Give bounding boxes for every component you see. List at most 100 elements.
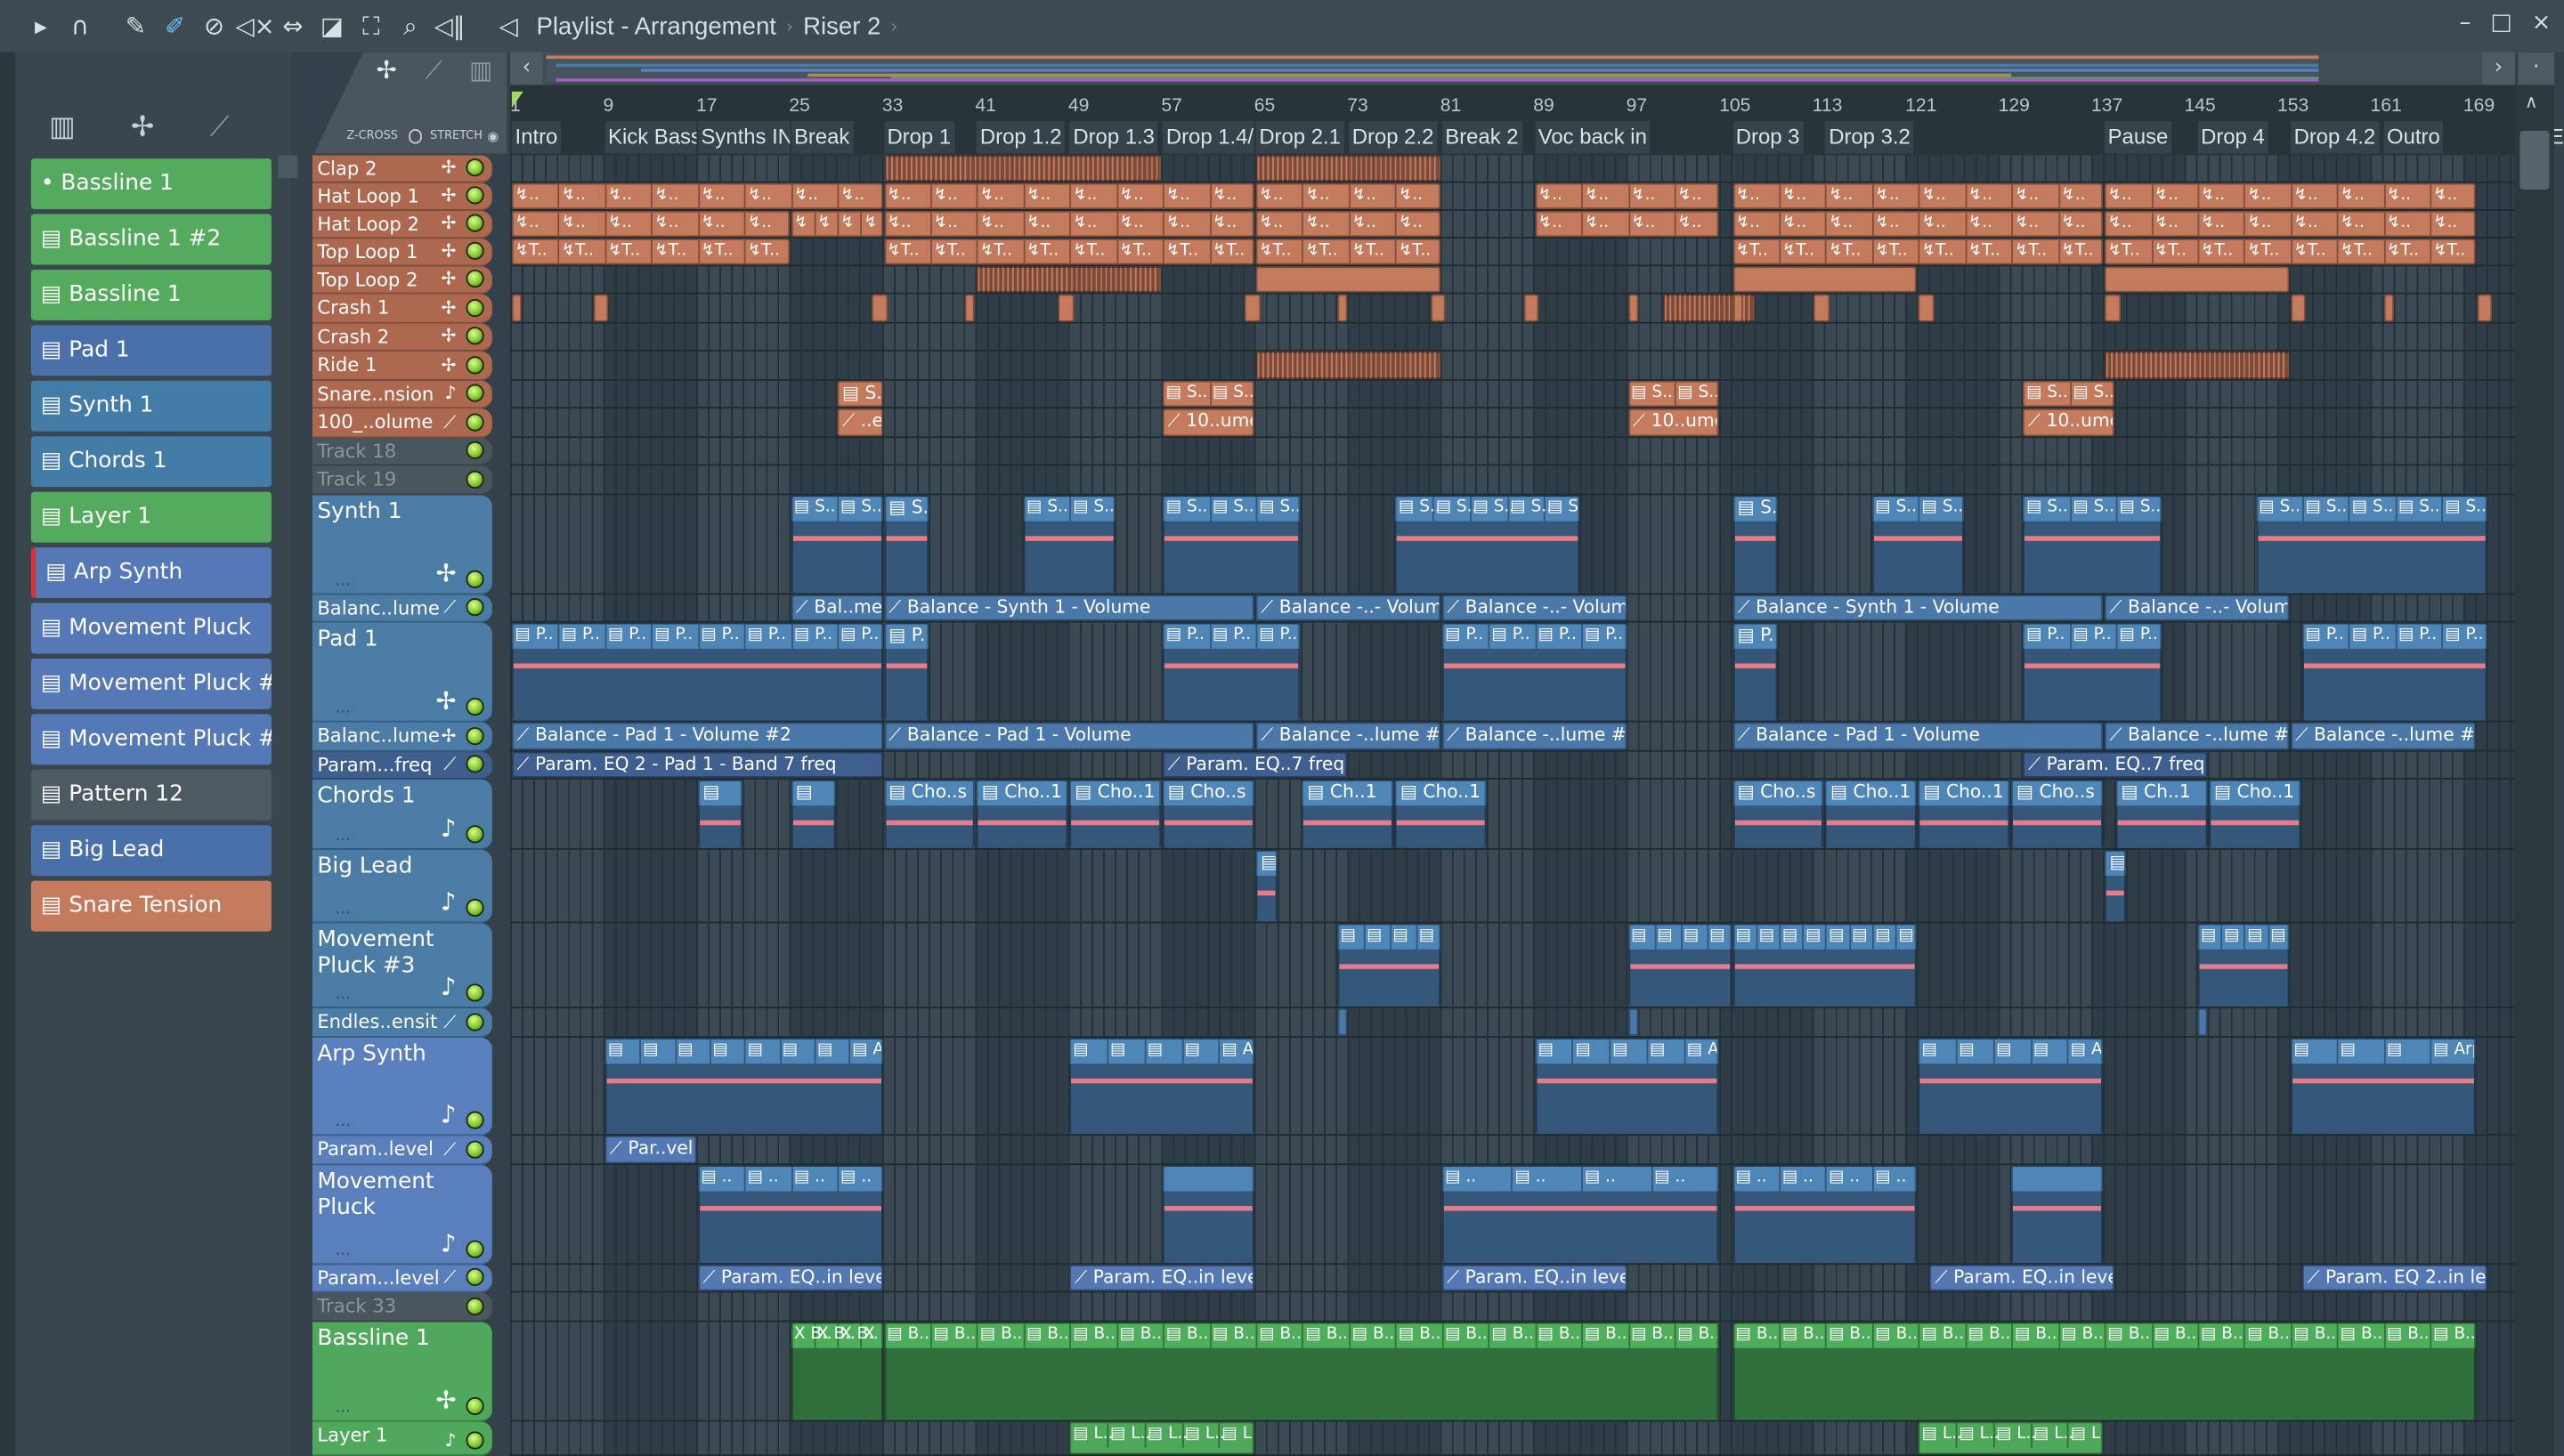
scroll-left-button[interactable]: ‹ [510, 52, 543, 85]
track-name[interactable]: Track 33 [317, 1292, 396, 1318]
time-marker[interactable]: Drop 1.4/B [1163, 120, 1254, 154]
clip[interactable]: ▤ P..▤ P..▤ P..▤ P.. [2023, 622, 2162, 721]
track-name[interactable]: Crash 1 [317, 294, 389, 320]
track-enable-led[interactable] [466, 1396, 484, 1416]
pattern-item[interactable]: ▤ Layer 1 [30, 491, 272, 543]
track-name[interactable]: Endles..ensit [317, 1008, 437, 1034]
clip[interactable] [1627, 294, 1638, 322]
audio-icon[interactable]: ✢ [131, 111, 154, 144]
clip[interactable] [2011, 1165, 2104, 1264]
clip[interactable]: ↯..↯..↯..↯..↯..↯..↯..↯..↯.. [2104, 210, 2475, 238]
track-resize-handle[interactable]: ... [336, 1112, 352, 1130]
track-name[interactable]: Param..level [317, 1136, 434, 1161]
track-name[interactable]: Balanc..lume [317, 723, 440, 748]
track-header[interactable]: Balanc..lume ✢ [312, 722, 492, 752]
clip[interactable]: ▤ P..▤ P..▤ P..▤ P..▤ P.. [1441, 622, 1627, 721]
clip[interactable]: ▤ Cho..s 1 [883, 779, 976, 848]
picker-scrollbar[interactable] [278, 155, 298, 179]
clip[interactable] [2383, 294, 2394, 322]
track-header[interactable]: Top Loop 1 ✢ [312, 239, 492, 267]
clip[interactable]: ⟋ Balance -..lume #3 [1441, 722, 1627, 750]
track-enable-led[interactable] [466, 356, 484, 375]
clip[interactable] [1337, 1007, 1348, 1037]
overview-menu-button[interactable]: · [2518, 52, 2554, 85]
clip[interactable]: ▤ ..▤ ..▤ ..▤ ..▤ .. [1441, 1165, 1720, 1264]
clip[interactable] [511, 294, 523, 322]
track-enable-led[interactable] [466, 1297, 484, 1316]
clip[interactable]: ▤ Cho..1 [977, 779, 1068, 848]
clip[interactable]: ▤ S..▤ S..▤ S.. [1871, 495, 1964, 594]
clip[interactable] [1244, 294, 1261, 322]
track-name[interactable]: Track 18 [317, 438, 396, 464]
timeline-ruler[interactable]: 1 9 17 25 33 41 49 57 65 73 81 89 97 105 113 121 129 137 1… [510, 85, 2564, 156]
scroll-up-icon[interactable]: ∧ [2525, 92, 2538, 113]
track-enable-led[interactable] [466, 269, 484, 288]
time-marker[interactable]: Drop 1 [883, 120, 954, 154]
time-marker[interactable]: Drop 2.1 [1255, 120, 1344, 154]
time-marker[interactable]: Drop 4.2 [2290, 120, 2379, 154]
clip[interactable] [977, 266, 1162, 293]
track-resize-handle[interactable]: ... [336, 985, 352, 1003]
track-header[interactable]: Snare..nsion ♪ [312, 380, 492, 409]
time-marker[interactable]: Drop 1.2 [977, 120, 1066, 154]
clip[interactable]: ⟋ Balance -..lume #3 [2290, 722, 2475, 750]
playlist-overview[interactable]: ‹ › · [510, 52, 2554, 85]
clip[interactable]: ▤ P..▤ P..▤ P..▤ P.. [1163, 622, 1302, 721]
track-header[interactable]: Layer 1 ♪ [312, 1421, 492, 1456]
time-marker[interactable]: Drop 1.3 [1069, 120, 1158, 154]
clip[interactable] [1255, 266, 1440, 293]
clip[interactable]: ⟋ Balance - Synth 1 - Volume [883, 595, 1254, 621]
track-name[interactable]: Movement Pluck [317, 1169, 491, 1221]
clip[interactable]: ⟋ 10..ume [1163, 408, 1254, 437]
clip[interactable]: ⟋ Balance -..- Volume [2104, 595, 2290, 621]
clip[interactable]: ↯T..↯T..↯T..↯T..↯T.. [1255, 239, 1440, 265]
track-header[interactable]: Param...freq ⟋ [312, 751, 492, 780]
pattern-item[interactable]: • Bassline 1 [30, 158, 272, 210]
play-arrow-icon[interactable]: ▸ [23, 12, 59, 41]
track-name[interactable]: Top Loop 2 [317, 266, 418, 292]
clip[interactable]: ▤ S..▤ S..▤ S..▤ S..▤ S..▤ S.. [2255, 495, 2487, 594]
track-header[interactable]: Track 33 [312, 1292, 492, 1323]
clip[interactable]: ⟋ Param. EQ..in level [1069, 1265, 1254, 1291]
time-marker[interactable]: Drop 2.2 [1349, 120, 1438, 154]
minimize-button[interactable]: – [2459, 10, 2471, 36]
track-name[interactable]: Movement Pluck #3 [317, 926, 491, 979]
track-enable-led[interactable] [466, 598, 484, 617]
clip[interactable]: ⟋ Param. EQ..in level [1930, 1265, 2115, 1291]
clip[interactable]: ▤▤▤▤ Arp..th [2290, 1037, 2475, 1135]
clip[interactable]: ⟋ Balance -..lume #3 [1255, 722, 1440, 750]
clip[interactable]: ▤▤▤▤▤ [2197, 923, 2290, 1007]
clip[interactable]: ▤ Cho..1 [1918, 779, 2010, 848]
track-header[interactable]: Hat Loop 1 ✢ [312, 182, 492, 211]
track-name[interactable]: Bassline 1 [317, 1325, 491, 1351]
piano-icon[interactable]: ▥ [49, 111, 76, 144]
track-name[interactable]: Top Loop 1 [317, 239, 418, 264]
track-header[interactable]: Track 18 [312, 438, 492, 466]
clip[interactable]: ▤▤▤▤▤ Arp..th [1918, 1037, 2104, 1135]
time-marker[interactable]: Kick Bass [604, 120, 696, 154]
track-header[interactable]: Top Loop 2 ✢ [312, 266, 492, 295]
clip[interactable] [1732, 294, 1743, 322]
zcross-toggle[interactable] [409, 129, 422, 144]
clip[interactable]: ↯T..↯T..↯T..↯T..↯T..↯T..↯T..↯T..↯T.. [2104, 239, 2475, 265]
speaker-icon[interactable]: ◁ [491, 12, 526, 41]
clip[interactable]: ↯..↯..↯..↯..↯..↯..↯..↯..↯.. [1732, 182, 2104, 210]
pattern-item[interactable]: ▤ Pad 1 [30, 325, 272, 376]
track-enable-led[interactable] [466, 241, 484, 260]
track-enable-led[interactable] [466, 470, 484, 489]
track-header[interactable]: Track 19 [312, 465, 492, 496]
clip[interactable] [1255, 155, 1440, 182]
time-marker[interactable]: Drop 3 [1732, 120, 1804, 154]
pattern-item[interactable]: ▤ Chords 1 [30, 436, 272, 488]
clip[interactable]: ▤ P.. [1732, 622, 1778, 721]
clip[interactable]: ▤▤▤▤▤ Arp..th [1535, 1037, 1720, 1135]
track-header[interactable]: Clap 2 ✢ [312, 155, 492, 183]
clip[interactable]: ⟋ Param. EQ..in level [697, 1265, 882, 1291]
clip[interactable]: ▤ [791, 779, 836, 848]
track-enable-led[interactable] [466, 299, 484, 318]
clip[interactable]: ⟋ Par..vel [604, 1136, 696, 1164]
clip[interactable] [965, 294, 976, 322]
time-marker[interactable]: Intro [511, 120, 562, 154]
clip[interactable] [872, 294, 888, 322]
clip[interactable]: ▤▤▤▤▤▤▤▤ Arp..th [604, 1037, 882, 1135]
